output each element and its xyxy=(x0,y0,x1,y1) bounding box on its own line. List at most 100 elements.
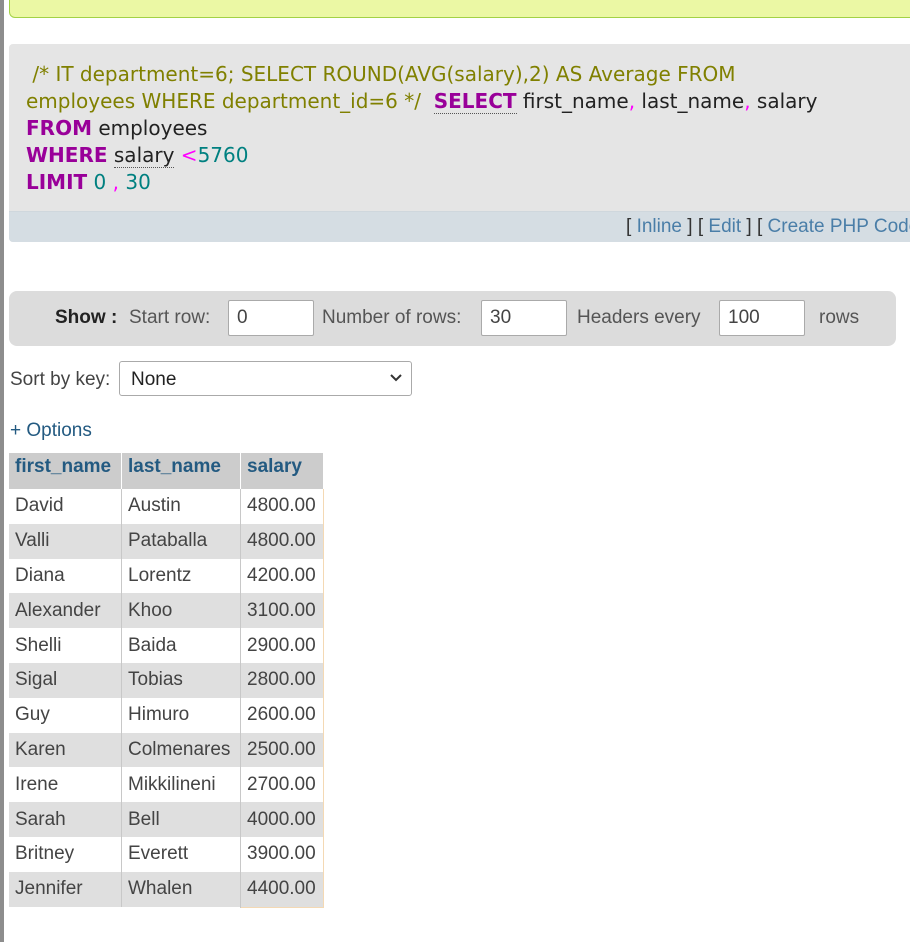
bracket: [ xyxy=(697,216,704,237)
cell-salary[interactable]: 3100.00 xyxy=(240,593,324,629)
success-notice xyxy=(9,0,910,18)
cell-salary[interactable]: 4200.00 xyxy=(240,558,324,594)
sql-where-value: 5760 xyxy=(197,143,249,167)
cell-last-name[interactable]: Khoo xyxy=(121,593,241,629)
sql-comma: , xyxy=(744,89,751,113)
table-row[interactable]: David Austin 4800.00 xyxy=(9,489,324,524)
cell-first-name[interactable]: Jennifer xyxy=(9,871,122,908)
headers-every-label: Headers every xyxy=(577,307,701,328)
create-php-code-link[interactable]: Create PHP Code xyxy=(768,216,910,237)
cell-salary[interactable]: 4400.00 xyxy=(240,871,324,908)
table-row[interactable]: Sarah Bell 4000.00 xyxy=(9,802,324,837)
sql-comment-cont: employees WHERE department_id=6 */ xyxy=(26,89,421,113)
sort-selected-value: None xyxy=(131,369,177,390)
sql-select-keyword[interactable]: SELECT xyxy=(433,89,517,114)
results-table: first_name last_name salary David Austin 4… xyxy=(9,443,324,908)
cell-last-name[interactable]: Austin xyxy=(121,489,241,524)
sql-comma: , xyxy=(112,170,119,194)
cell-last-name[interactable]: Baida xyxy=(121,628,241,663)
cell-last-name[interactable]: Bell xyxy=(121,802,241,837)
headers-every-input[interactable] xyxy=(719,300,805,336)
cell-first-name[interactable]: Sarah xyxy=(9,802,122,837)
cell-first-name[interactable]: Valli xyxy=(9,523,122,559)
cell-last-name[interactable]: Whalen xyxy=(121,871,241,908)
bracket: [ xyxy=(626,216,632,237)
sql-comma: , xyxy=(628,89,636,113)
table-row[interactable]: Britney Everett 3900.00 xyxy=(9,836,324,872)
table-row[interactable]: Irene Mikkilineni 2700.00 xyxy=(9,767,324,803)
sort-by-key-label: Sort by key: xyxy=(10,369,111,390)
sql-table-name: employees xyxy=(98,116,208,140)
cell-first-name[interactable]: David xyxy=(9,489,122,524)
table-row[interactable]: Karen Colmenares 2500.00 xyxy=(9,732,324,768)
cell-first-name[interactable]: Diana xyxy=(9,558,122,594)
bracket: ] xyxy=(746,216,752,237)
show-label: Show : xyxy=(55,307,118,328)
number-of-rows-input[interactable] xyxy=(481,300,567,336)
table-row[interactable]: Shelli Baida 2900.00 xyxy=(9,628,324,663)
sql-links-bar: [ Inline ] [ Edit ] [ Create PHP Code xyxy=(9,211,910,242)
cell-last-name[interactable]: Mikkilineni xyxy=(121,767,241,803)
number-of-rows-label: Number of rows: xyxy=(322,307,462,328)
cell-first-name[interactable]: Guy xyxy=(9,697,122,733)
cell-first-name[interactable]: Sigal xyxy=(9,662,122,698)
sql-where-column[interactable]: salary xyxy=(113,143,175,168)
navigation-bar: Show : Start row: Number of rows: Header… xyxy=(9,291,896,346)
sql-line-3: FROM employees xyxy=(26,115,910,142)
table-row[interactable]: Jennifer Whalen 4400.00 xyxy=(9,871,324,908)
table-row[interactable]: Guy Himuro 2600.00 xyxy=(9,697,324,733)
bracket: ] xyxy=(687,216,693,237)
column-header-first-name[interactable]: first_name xyxy=(9,443,122,489)
table-row[interactable]: Valli Pataballa 4800.00 xyxy=(9,523,324,559)
sql-limit-keyword: LIMIT xyxy=(26,170,88,194)
bracket: [ xyxy=(756,216,763,237)
rows-label: rows xyxy=(819,307,860,328)
sql-links: [ Inline ] [ Edit ] [ Create PHP Code xyxy=(626,216,910,238)
cell-last-name[interactable]: Himuro xyxy=(121,697,241,733)
cell-salary[interactable]: 4800.00 xyxy=(240,523,324,559)
column-header-last-name[interactable]: last_name xyxy=(121,443,241,489)
sort-by-key-select[interactable]: None xyxy=(119,361,412,396)
cell-first-name[interactable]: Irene xyxy=(9,767,122,803)
cell-salary[interactable]: 2700.00 xyxy=(240,767,324,803)
cell-first-name[interactable]: Britney xyxy=(9,836,122,872)
table-row[interactable]: Alexander Khoo 3100.00 xyxy=(9,593,324,629)
options-toggle-link[interactable]: + Options xyxy=(10,420,92,442)
table-row[interactable]: Sigal Tobias 2800.00 xyxy=(9,662,324,698)
cell-salary[interactable]: 2500.00 xyxy=(240,732,324,768)
sql-query-box: /* IT department=6; SELECT ROUND(AVG(sal… xyxy=(9,44,910,242)
sql-limit-count: 30 xyxy=(125,170,151,194)
sql-column: first_name xyxy=(522,89,629,113)
sql-line-5: LIMIT 0 , 30 xyxy=(26,169,910,196)
left-panel-edge xyxy=(0,0,4,942)
cell-last-name[interactable]: Pataballa xyxy=(121,523,241,559)
column-header-salary[interactable]: salary xyxy=(240,443,324,489)
cell-last-name[interactable]: Everett xyxy=(121,836,241,872)
cell-salary[interactable]: 2900.00 xyxy=(240,628,324,663)
sql-from-keyword: FROM xyxy=(26,116,92,140)
table-header-row: first_name last_name salary xyxy=(9,443,324,489)
cell-salary[interactable]: 2600.00 xyxy=(240,697,324,733)
table-row[interactable]: Diana Lorentz 4200.00 xyxy=(9,558,324,594)
start-row-label: Start row: xyxy=(129,307,211,328)
cell-last-name[interactable]: Lorentz xyxy=(121,558,241,594)
edit-link[interactable]: Edit xyxy=(708,216,741,237)
cell-first-name[interactable]: Alexander xyxy=(9,593,122,629)
cell-salary[interactable]: 3900.00 xyxy=(240,836,324,872)
sql-operator: < xyxy=(180,143,198,167)
inline-edit-link[interactable]: Inline xyxy=(637,216,682,237)
cell-last-name[interactable]: Tobias xyxy=(121,662,241,698)
cell-last-name[interactable]: Colmenares xyxy=(121,732,241,768)
sql-where-keyword: WHERE xyxy=(26,143,108,167)
chevron-down-icon xyxy=(390,374,402,382)
sql-line-1: /* IT department=6; SELECT ROUND(AVG(sal… xyxy=(26,61,910,88)
cell-salary[interactable]: 4000.00 xyxy=(240,802,324,837)
sql-comment: /* IT department=6; SELECT ROUND(AVG(sal… xyxy=(32,62,736,86)
sql-column: last_name xyxy=(641,89,745,113)
cell-first-name[interactable]: Karen xyxy=(9,732,122,768)
cell-salary[interactable]: 2800.00 xyxy=(240,662,324,698)
cell-first-name[interactable]: Shelli xyxy=(9,628,122,663)
sql-line-4: WHERE salary <5760 xyxy=(26,142,910,169)
cell-salary[interactable]: 4800.00 xyxy=(240,489,324,524)
start-row-input[interactable] xyxy=(228,300,314,336)
